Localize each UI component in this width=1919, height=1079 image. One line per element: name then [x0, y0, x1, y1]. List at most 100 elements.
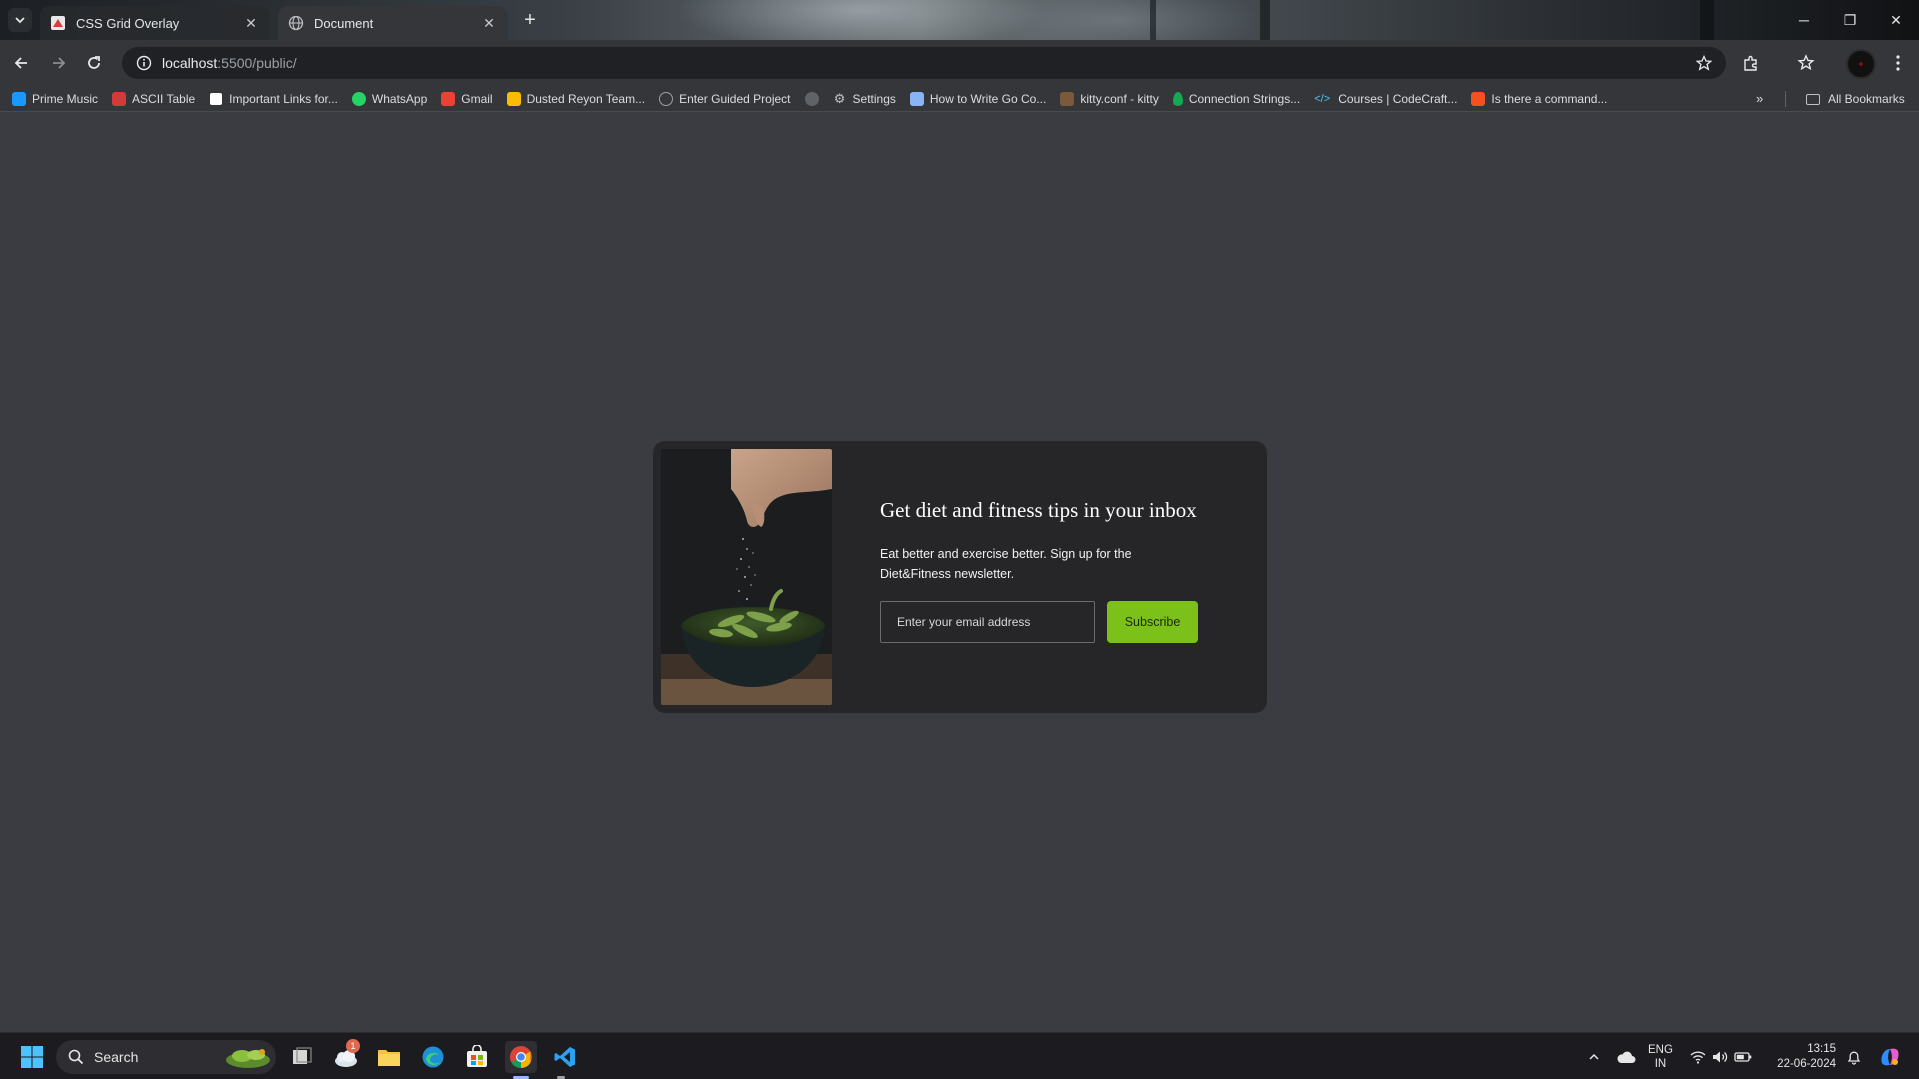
copilot-button[interactable] — [1874, 1041, 1906, 1073]
arrow-left-icon — [14, 57, 27, 69]
bookmark-guided-project[interactable]: Enter Guided Project — [659, 91, 791, 106]
site-info-icon[interactable] — [128, 47, 160, 79]
bookmark-label: How to Write Go Co... — [929, 91, 1047, 106]
close-tab-icon[interactable]: ✕ — [242, 14, 260, 32]
newsletter-card: Get diet and fitness tips in your inbox … — [653, 441, 1267, 713]
bookmark-dusted-reyon[interactable]: Dusted Reyon Team... — [506, 91, 646, 106]
task-view-button[interactable] — [286, 1041, 318, 1073]
bookmark-is-there-a-command[interactable]: Is there a command... — [1471, 91, 1607, 106]
bookmarks-manager-button[interactable] — [1792, 49, 1820, 77]
bookmark-label: kitty.conf - kitty — [1080, 91, 1159, 106]
browser-toolbar: localhost:5500/public/ — [0, 40, 1919, 86]
extensions-button[interactable] — [1737, 49, 1765, 77]
bookmark-whatsapp[interactable]: WhatsApp — [351, 91, 427, 106]
reload-button[interactable] — [80, 49, 108, 77]
guided-project-icon — [659, 91, 674, 106]
battery-icon — [1734, 1052, 1752, 1062]
vscode-icon — [554, 1047, 575, 1067]
bookmark-label: Prime Music — [32, 91, 99, 106]
window-controls: ─ ❐ ✕ — [1781, 0, 1919, 40]
chevron-down-icon — [15, 17, 25, 24]
close-tab-icon[interactable]: ✕ — [480, 14, 498, 32]
language-code: ENG — [1648, 1044, 1673, 1056]
bookmark-label: Dusted Reyon Team... — [526, 91, 646, 106]
tab-css-grid-overlay[interactable]: CSS Grid Overlay ✕ — [40, 6, 270, 40]
taskbar-search[interactable]: Search — [56, 1040, 276, 1074]
bookmark-connection-strings[interactable]: Connection Strings... — [1172, 91, 1301, 106]
star-list-icon — [1797, 54, 1815, 71]
search-label: Search — [94, 1049, 139, 1065]
close-window-icon[interactable]: ✕ — [1873, 0, 1919, 40]
more-bookmarks-button[interactable]: » — [1756, 91, 1763, 106]
go-icon — [909, 91, 924, 106]
start-button[interactable] — [16, 1041, 48, 1073]
bookmark-how-to-write-go[interactable]: How to Write Go Co... — [909, 91, 1047, 106]
browser-menu-button[interactable] — [1884, 49, 1912, 77]
kitty-icon — [1060, 91, 1075, 106]
all-bookmarks-button[interactable]: All Bookmarks — [1806, 92, 1905, 106]
edge-icon — [422, 1046, 444, 1068]
quick-settings-button[interactable] — [1686, 1041, 1756, 1073]
bookmark-gmail[interactable]: Gmail — [441, 91, 493, 106]
subscribe-button[interactable]: Subscribe — [1107, 601, 1198, 643]
code-icon: </> — [1314, 92, 1331, 105]
weather-widget[interactable]: 1 — [330, 1039, 362, 1073]
bookmark-settings[interactable]: ⚙ Settings — [833, 91, 896, 106]
bookmark-star-icon[interactable] — [1692, 51, 1716, 75]
restore-icon[interactable]: ❐ — [1827, 0, 1873, 40]
css-grid-favicon-icon — [50, 15, 66, 31]
clock[interactable]: 13:15 22-06-2024 — [1770, 1042, 1836, 1072]
vscode-button[interactable] — [549, 1041, 581, 1073]
minimize-icon[interactable]: ─ — [1781, 0, 1827, 40]
file-explorer-button[interactable] — [373, 1041, 405, 1073]
bookmark-codecraft[interactable]: </> Courses | CodeCraft... — [1314, 92, 1457, 106]
bookmark-label: Gmail — [461, 91, 493, 106]
chrome-button[interactable] — [505, 1041, 537, 1073]
bookmark-label: Settings — [852, 91, 896, 106]
newsletter-title: Get diet and fitness tips in your inbox — [880, 498, 1197, 522]
store-button[interactable] — [461, 1041, 493, 1073]
bookmark-prime-music[interactable]: Prime Music — [12, 91, 99, 106]
ascii-table-icon — [112, 91, 127, 106]
address-bar[interactable]: localhost:5500/public/ — [122, 47, 1726, 79]
tab-search-button[interactable] — [8, 8, 32, 32]
globe-icon — [804, 91, 819, 106]
folder-icon — [1806, 93, 1820, 105]
bookmark-label: Important Links for... — [229, 91, 338, 106]
store-icon — [467, 1045, 487, 1067]
bookmark-important-links[interactable]: Important Links for... — [209, 91, 338, 106]
edge-button[interactable] — [417, 1041, 449, 1073]
forward-button[interactable] — [44, 49, 72, 77]
show-hidden-icons-button[interactable] — [1578, 1041, 1610, 1073]
back-button[interactable] — [8, 49, 36, 77]
google-drive-icon — [506, 91, 521, 106]
askubuntu-icon — [1471, 91, 1486, 106]
divider — [1785, 91, 1786, 107]
email-input[interactable] — [880, 601, 1095, 643]
search-icon — [68, 1049, 84, 1065]
clock-date: 22-06-2024 — [1777, 1058, 1836, 1070]
bookmark-ascii-table[interactable]: ASCII Table — [112, 91, 195, 106]
copilot-icon — [1881, 1048, 1899, 1066]
language-indicator[interactable]: ENG IN — [1648, 1043, 1673, 1071]
background-tree — [1260, 0, 1270, 40]
tab-title: Document — [314, 15, 374, 31]
search-highlight-icon — [226, 1049, 270, 1068]
task-view-icon — [293, 1047, 312, 1064]
bookmark-label: Connection Strings... — [1188, 91, 1301, 106]
windows-logo-icon — [21, 1046, 43, 1068]
tab-document[interactable]: Document ✕ — [278, 6, 508, 40]
whatsapp-icon — [351, 91, 366, 106]
arrow-right-icon — [53, 57, 66, 69]
newsletter-description: Eat better and exercise better. Sign up … — [880, 547, 1132, 581]
onedrive-button[interactable] — [1610, 1041, 1642, 1073]
url-text: localhost:5500/public/ — [162, 55, 297, 71]
new-tab-button[interactable]: + — [518, 8, 542, 32]
seasoning-edamame-image — [661, 449, 832, 705]
notification-badge: 1 — [346, 1039, 360, 1053]
all-bookmarks-label: All Bookmarks — [1828, 92, 1905, 106]
bookmark-kitty-conf[interactable]: kitty.conf - kitty — [1060, 91, 1159, 106]
bookmark-globe[interactable] — [804, 91, 819, 106]
notifications-button[interactable] — [1838, 1041, 1870, 1073]
profile-avatar[interactable] — [1846, 49, 1876, 79]
